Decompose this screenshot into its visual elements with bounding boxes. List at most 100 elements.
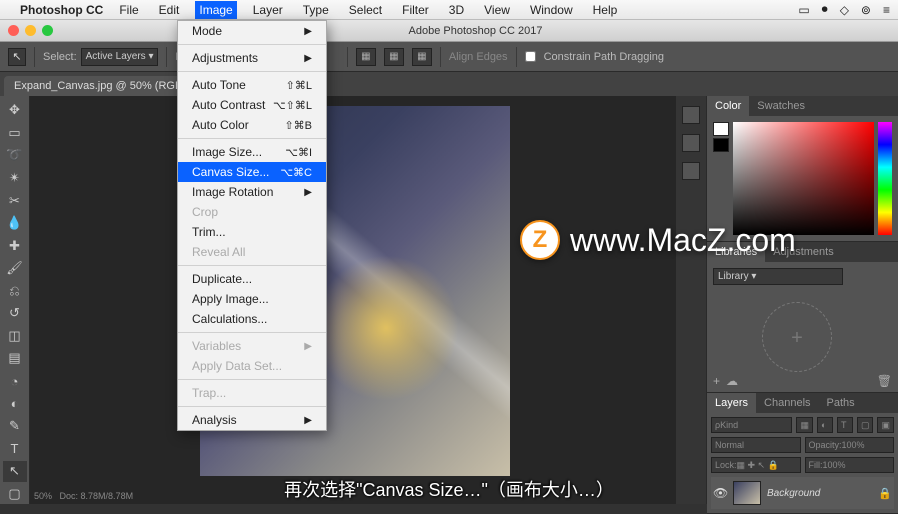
canvas-area[interactable]: [30, 96, 676, 504]
marquee-tool-icon[interactable]: ▭: [3, 123, 27, 144]
menu-type[interactable]: Type: [299, 1, 333, 19]
menu-extra-icon[interactable]: ≡: [883, 3, 890, 17]
wand-tool-icon[interactable]: ✴: [3, 168, 27, 189]
minimize-window-button[interactable]: [25, 25, 36, 36]
menu-item-auto-color[interactable]: Auto Color⇧⌘B: [178, 115, 326, 135]
filter-smart-icon[interactable]: ▣: [877, 417, 894, 433]
subtitle-caption: 再次选择"Canvas Size…"（画布大小…）: [0, 476, 898, 502]
tool-indicator-icon[interactable]: ↖: [8, 48, 26, 66]
menu-item-apply-image[interactable]: Apply Image...: [178, 289, 326, 309]
menu-item-adjustments[interactable]: Adjustments▶: [178, 48, 326, 68]
blur-tool-icon[interactable]: ◔: [3, 371, 27, 392]
menu-item-mode[interactable]: Mode▶: [178, 21, 326, 41]
gradient-tool-icon[interactable]: ▤: [3, 348, 27, 369]
select-active-layers[interactable]: Active Layers ▾: [81, 48, 159, 66]
channels-tab[interactable]: Channels: [756, 393, 818, 413]
document-tabs: Expand_Canvas.jpg @ 50% (RGB/... ×: [0, 72, 898, 96]
pen-tool-icon[interactable]: ✎: [3, 416, 27, 437]
menu-item-calculations[interactable]: Calculations...: [178, 309, 326, 329]
color-field[interactable]: [733, 122, 874, 235]
menu-edit[interactable]: Edit: [155, 1, 184, 19]
hue-slider[interactable]: [878, 122, 892, 235]
color-tab[interactable]: Color: [707, 96, 749, 116]
menu-3d[interactable]: 3D: [445, 1, 468, 19]
adjustments-tab[interactable]: Adjustments: [765, 242, 842, 262]
close-window-button[interactable]: [8, 25, 19, 36]
filter-pixel-icon[interactable]: ▦: [796, 417, 813, 433]
constrain-label: Constrain Path Dragging: [544, 51, 664, 63]
eyedropper-tool-icon[interactable]: 💧: [3, 213, 27, 234]
menu-file[interactable]: File: [115, 1, 142, 19]
library-select[interactable]: Library ▾: [713, 268, 843, 285]
right-panels: Color Swatches Libraries Adjustments: [706, 96, 898, 504]
dock-icon-3[interactable]: [682, 162, 700, 180]
menu-item-duplicate[interactable]: Duplicate...: [178, 269, 326, 289]
panel-dock: [676, 96, 706, 504]
menu-item-trim[interactable]: Trim...: [178, 222, 326, 242]
align-center-icon[interactable]: ▦: [384, 48, 404, 66]
background-swatch[interactable]: [713, 138, 729, 152]
options-bar: ↖ Select: Active Layers ▾ Fill: W: ⇔ H: …: [0, 42, 898, 72]
lib-add-icon[interactable]: +: [713, 374, 720, 388]
dock-icon-1[interactable]: [682, 106, 700, 124]
stamp-tool-icon[interactable]: ⎌: [3, 281, 27, 302]
paths-tab[interactable]: Paths: [819, 393, 863, 413]
eraser-tool-icon[interactable]: ◫: [3, 326, 27, 347]
titlebar: Adobe Photoshop CC 2017: [0, 20, 898, 42]
crop-tool-icon[interactable]: ✂: [3, 190, 27, 211]
lib-cloud-icon[interactable]: ☁: [726, 374, 738, 388]
menu-item-analysis[interactable]: Analysis▶: [178, 410, 326, 430]
layer-kind-filter[interactable]: ρ Kind: [711, 417, 792, 433]
lock-controls[interactable]: Lock: ▦ ✚ ↖ 🔒: [711, 457, 801, 473]
zoom-window-button[interactable]: [42, 25, 53, 36]
app-name[interactable]: Photoshop CC: [20, 3, 103, 17]
cloud-icon[interactable]: ◇: [840, 3, 849, 17]
constrain-checkbox[interactable]: [525, 51, 536, 62]
swatches-tab[interactable]: Swatches: [749, 96, 813, 116]
menu-item-canvas-size[interactable]: Canvas Size...⌥⌘C: [178, 162, 326, 182]
layers-tab[interactable]: Layers: [707, 393, 756, 413]
menu-item-image-rotation[interactable]: Image Rotation▶: [178, 182, 326, 202]
align-left-icon[interactable]: ▦: [356, 48, 376, 66]
libraries-tab[interactable]: Libraries: [707, 242, 765, 262]
opacity-control[interactable]: Opacity: 100%: [805, 437, 895, 453]
align-edges-label: Align Edges: [449, 51, 508, 63]
dodge-tool-icon[interactable]: ◐: [3, 393, 27, 414]
library-drop-target[interactable]: +: [762, 302, 832, 372]
lib-trash-icon[interactable]: 🗑: [877, 374, 892, 388]
align-right-icon[interactable]: ▦: [412, 48, 432, 66]
document-tab-label: Expand_Canvas.jpg @ 50% (RGB/...: [14, 80, 195, 92]
menu-item-image-size[interactable]: Image Size...⌥⌘I: [178, 142, 326, 162]
type-tool-icon[interactable]: T: [3, 438, 27, 459]
move-tool-icon[interactable]: ✥: [3, 100, 27, 121]
lasso-tool-icon[interactable]: ➰: [3, 145, 27, 166]
menu-item-reveal-all: Reveal All: [178, 242, 326, 262]
menu-select[interactable]: Select: [345, 1, 386, 19]
heal-tool-icon[interactable]: ✚: [3, 235, 27, 256]
menu-item-auto-tone[interactable]: Auto Tone⇧⌘L: [178, 75, 326, 95]
menu-image[interactable]: Image: [195, 1, 236, 19]
wifi-icon[interactable]: ⊚: [861, 3, 871, 17]
menu-help[interactable]: Help: [589, 1, 622, 19]
brush-tool-icon[interactable]: 🖌: [3, 258, 27, 279]
menu-item-auto-contrast[interactable]: Auto Contrast⌥⇧⌘L: [178, 95, 326, 115]
menubar-right: ▭ ⏺ ◇ ⊚ ≡: [798, 2, 890, 17]
blend-mode-select[interactable]: Normal: [711, 437, 801, 453]
foreground-swatch[interactable]: [713, 122, 729, 136]
dock-icon-2[interactable]: [682, 134, 700, 152]
display-icon[interactable]: ▭: [798, 3, 809, 17]
menu-view[interactable]: View: [480, 1, 514, 19]
fill-control[interactable]: Fill: 100%: [805, 457, 895, 473]
history-brush-tool-icon[interactable]: ↺: [3, 303, 27, 324]
menu-window[interactable]: Window: [526, 1, 577, 19]
filter-shape-icon[interactable]: ▢: [857, 417, 874, 433]
menu-item-crop: Crop: [178, 202, 326, 222]
app-window: Adobe Photoshop CC 2017 ↖ Select: Active…: [0, 20, 898, 504]
menu-filter[interactable]: Filter: [398, 1, 433, 19]
menu-item-trap: Trap...: [178, 383, 326, 403]
menu-layer[interactable]: Layer: [249, 1, 287, 19]
toolbox: ✥ ▭ ➰ ✴ ✂ 💧 ✚ 🖌 ⎌ ↺ ◫ ▤ ◔ ◐ ✎ T ↖ ▢: [0, 96, 30, 504]
record-icon[interactable]: ⏺: [822, 2, 828, 17]
filter-adjust-icon[interactable]: ◐: [817, 417, 833, 433]
filter-type-icon[interactable]: T: [837, 417, 853, 433]
